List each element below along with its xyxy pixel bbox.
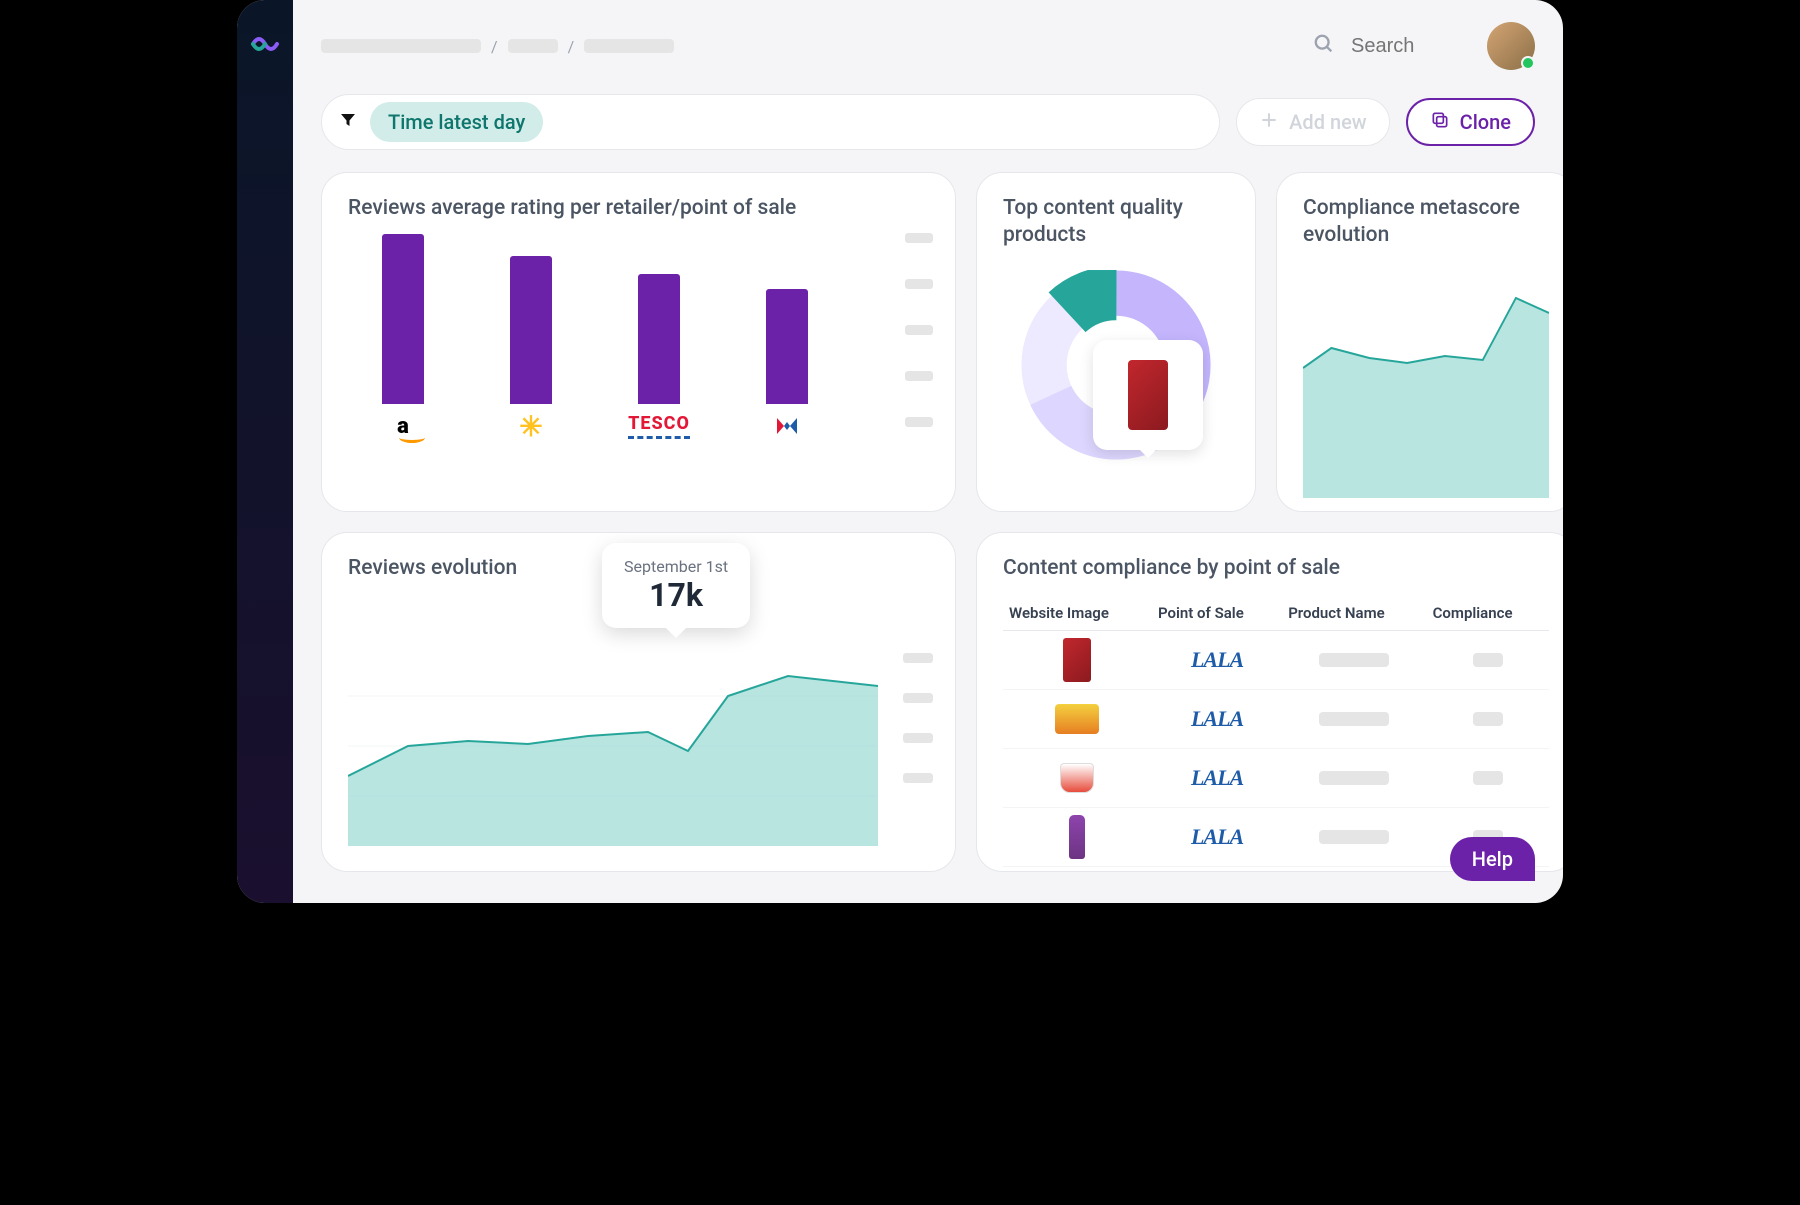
copy-icon xyxy=(1430,110,1450,135)
walmart-logo-icon: ✳ xyxy=(519,410,542,443)
search-input[interactable] xyxy=(1349,34,1469,59)
skeleton xyxy=(1473,712,1503,726)
carrefour-logo-icon xyxy=(774,416,800,436)
card-title: Reviews average rating per retailer/poin… xyxy=(348,195,929,222)
breadcrumb: / / xyxy=(321,37,1295,56)
skeleton xyxy=(1319,771,1389,785)
card-title: Compliance metascore evolution xyxy=(1303,195,1549,250)
avatar[interactable] xyxy=(1487,22,1535,70)
legend-placeholder xyxy=(903,653,933,783)
table-row[interactable]: LALA xyxy=(1003,690,1549,749)
card-top-content-quality: Top content quality products xyxy=(976,172,1256,512)
th-product-name: Product Name xyxy=(1282,596,1426,631)
card-reviews-evolution: Reviews evolution September 1st 17k xyxy=(321,532,956,872)
product-thumb-icon xyxy=(1069,815,1085,859)
area-chart xyxy=(348,636,878,846)
product-thumb-icon xyxy=(1063,638,1091,682)
pos-logo-icon: LALA xyxy=(1191,765,1243,790)
skeleton xyxy=(1319,712,1389,726)
card-content-compliance: Content compliance by point of sale Webs… xyxy=(976,532,1563,872)
legend-placeholder xyxy=(905,233,933,427)
pos-logo-icon: LALA xyxy=(1191,706,1243,731)
product-tooltip xyxy=(1093,340,1203,450)
filter-bar[interactable]: Time latest day xyxy=(321,94,1220,150)
pos-logo-icon: LALA xyxy=(1191,824,1243,849)
search-icon xyxy=(1313,33,1335,60)
amazon-logo-icon: a xyxy=(397,414,409,439)
compliance-table: Website Image Point of Sale Product Name… xyxy=(1003,596,1549,867)
th-point-of-sale: Point of Sale xyxy=(1152,596,1282,631)
area-chart xyxy=(1303,268,1549,498)
pos-logo-icon: LALA xyxy=(1191,647,1243,672)
bar-carrefour[interactable] xyxy=(766,289,808,404)
table-row[interactable]: LALA xyxy=(1003,631,1549,690)
product-thumb-icon xyxy=(1060,763,1094,793)
toolbar: Time latest day Add new Clone xyxy=(321,94,1535,150)
bar-amazon[interactable] xyxy=(382,234,424,404)
add-new-label: Add new xyxy=(1289,110,1366,134)
app-logo-icon xyxy=(249,28,281,60)
tesco-logo-icon: TESCO xyxy=(628,413,690,439)
clone-label: Clone xyxy=(1460,110,1511,134)
tooltip-date: September 1st xyxy=(624,557,728,576)
th-compliance: Compliance xyxy=(1427,596,1549,631)
product-thumb-icon xyxy=(1055,704,1099,734)
bar-walmart[interactable] xyxy=(510,256,552,404)
skeleton xyxy=(1319,653,1389,667)
help-button[interactable]: Help xyxy=(1450,837,1535,881)
card-title: Top content quality products xyxy=(1003,195,1229,250)
bar-tesco[interactable] xyxy=(638,274,680,404)
topbar: / / xyxy=(321,22,1535,70)
filter-icon xyxy=(340,112,356,133)
card-compliance-metascore: Compliance metascore evolution xyxy=(1276,172,1563,512)
skeleton xyxy=(1473,653,1503,667)
chart-tooltip: September 1st 17k xyxy=(602,543,750,628)
plus-icon xyxy=(1259,110,1279,135)
table-row[interactable]: LALA xyxy=(1003,749,1549,808)
card-reviews-rating: Reviews average rating per retailer/poin… xyxy=(321,172,956,512)
clone-button[interactable]: Clone xyxy=(1406,98,1535,146)
card-title: Content compliance by point of sale xyxy=(1003,555,1549,582)
sidebar xyxy=(237,0,293,903)
add-new-button[interactable]: Add new xyxy=(1236,98,1389,146)
skeleton xyxy=(1319,830,1389,844)
skeleton xyxy=(1473,771,1503,785)
bar-chart: a ✳ TESCO xyxy=(348,240,929,440)
online-status-dot xyxy=(1521,56,1535,70)
tooltip-value: 17k xyxy=(624,576,728,614)
filter-pill-time[interactable]: Time latest day xyxy=(370,102,543,142)
product-image-icon xyxy=(1128,360,1168,430)
search[interactable] xyxy=(1313,33,1469,60)
th-website-image: Website Image xyxy=(1003,596,1152,631)
